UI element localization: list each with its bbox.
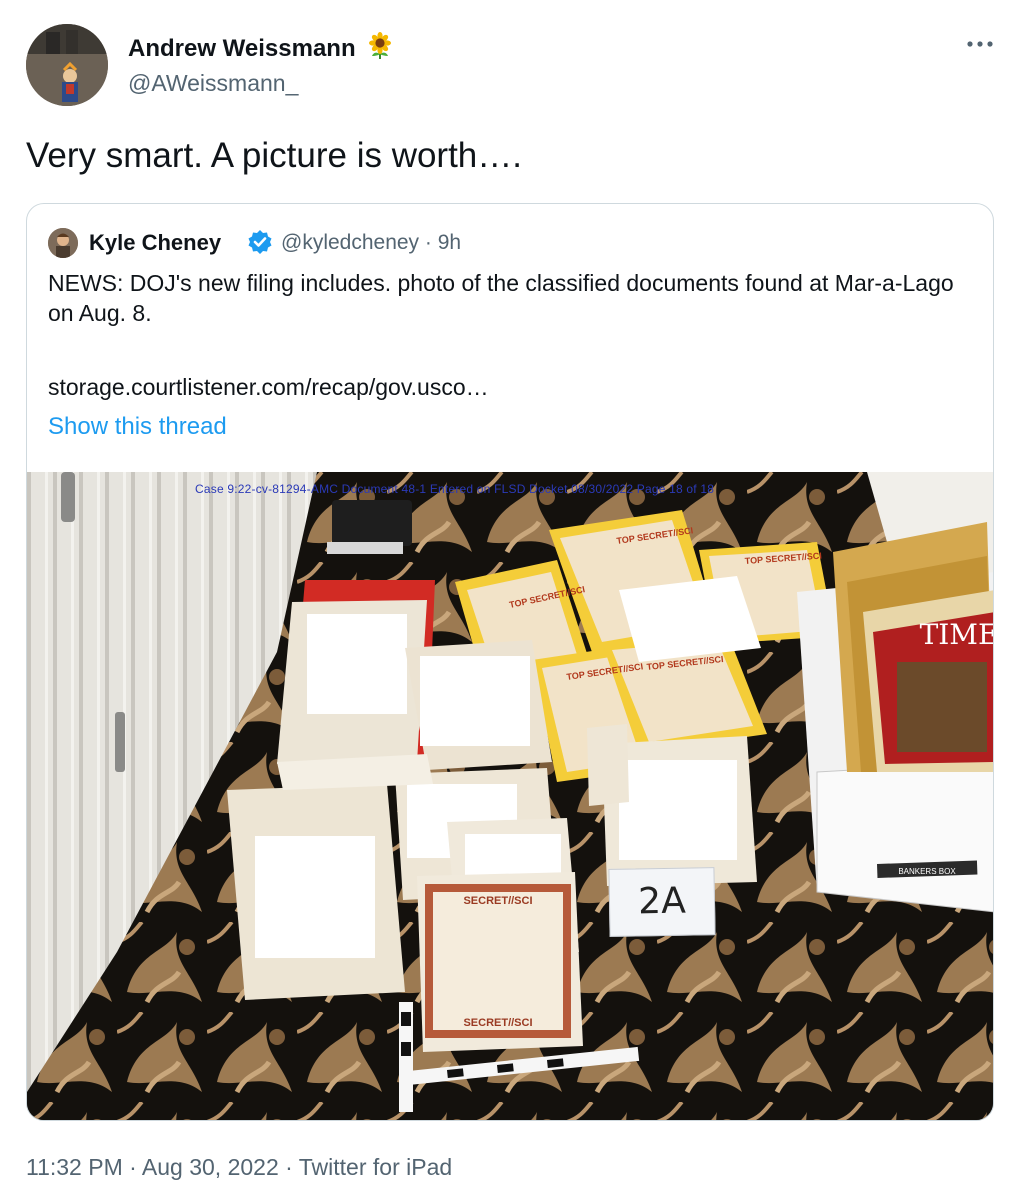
show-thread-link[interactable]: Show this thread xyxy=(48,413,227,441)
author-handle[interactable]: @AWeissmann_ xyxy=(128,70,298,97)
sunflower-icon xyxy=(368,32,392,67)
quote-author-name[interactable]: Kyle Cheney xyxy=(89,230,221,256)
avatar-image xyxy=(26,24,108,106)
documents-photo-illustration: SECRET//SCI SECRET//SCI TOP SECRET//SCI … xyxy=(27,472,994,1120)
secret-sci-bottom-label: SECRET//SCI xyxy=(463,1017,532,1029)
quote-avatar-image xyxy=(48,228,78,258)
quote-link[interactable]: storage.courtlistener.com/recap/gov.usco… xyxy=(48,374,489,401)
secret-sci-top-label: SECRET//SCI xyxy=(463,895,532,907)
quote-author-handle[interactable]: @kyledcheney · 9h xyxy=(281,231,461,255)
evidence-marker-label: 2A xyxy=(608,867,716,937)
more-options-button[interactable] xyxy=(964,28,996,60)
quoted-tweet[interactable]: Kyle Cheney @kyledcheney · 9h NEWS: DOJ'… xyxy=(26,203,994,1121)
author-name-text: Andrew Weissmann xyxy=(128,35,356,62)
more-horizontal-icon xyxy=(967,41,993,47)
case-header: Case 9:22-cv-81294-AMC Document 48-1 Ent… xyxy=(195,482,715,496)
quote-text: NEWS: DOJ's new filing includes. photo o… xyxy=(48,270,954,326)
author-avatar[interactable] xyxy=(26,24,108,106)
tweet-timestamp[interactable]: 11:32 PM · Aug 30, 2022 · Twitter for iP… xyxy=(26,1154,452,1181)
quote-photo[interactable]: SECRET//SCI SECRET//SCI TOP SECRET//SCI … xyxy=(27,472,994,1120)
magazine-title: TIME xyxy=(920,618,994,651)
tweet-text: Very smart. A picture is worth…. xyxy=(26,136,522,175)
bankers-box-label: BANKERS BOX xyxy=(898,867,956,876)
author-name[interactable]: Andrew Weissmann xyxy=(128,32,392,67)
verified-badge-icon xyxy=(247,229,273,260)
quote-author-avatar[interactable] xyxy=(48,228,78,258)
